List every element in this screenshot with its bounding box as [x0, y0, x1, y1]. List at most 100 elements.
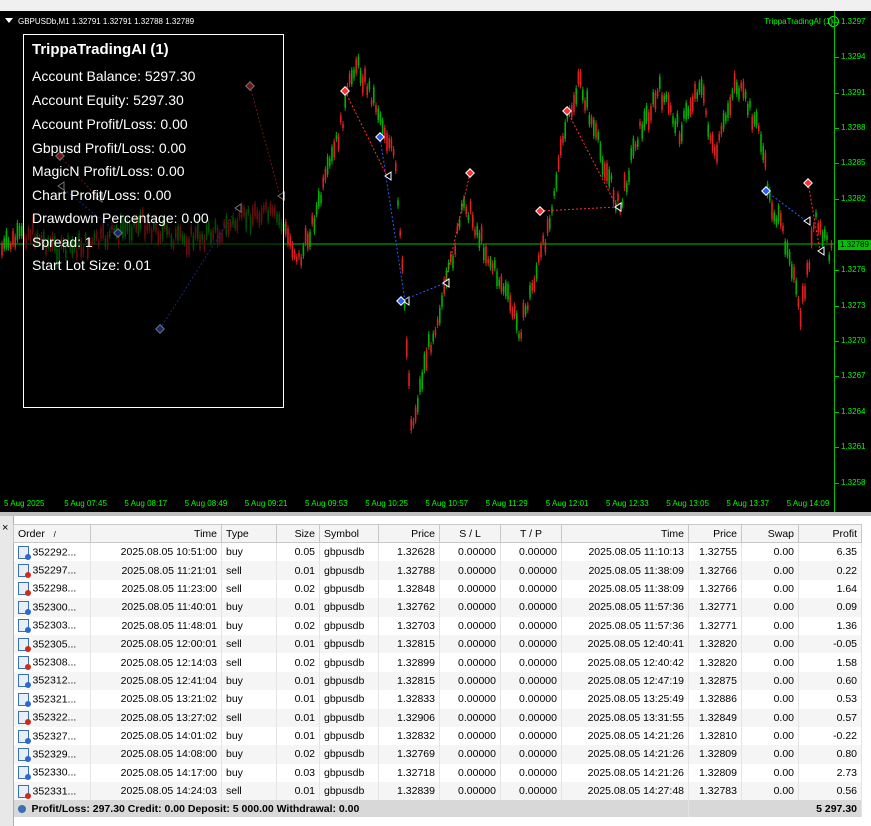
- table-row[interactable]: 352292... 2025.08.05 10:51:00 buy 0.05 gbpus…: [13, 542, 862, 562]
- cell-lot-size: 0.03: [276, 763, 320, 783]
- table-row[interactable]: 352329... 2025.08.05 14:08:00 buy 0.02 gbpus…: [13, 745, 862, 764]
- col-swap[interactable]: Swap: [741, 524, 799, 543]
- price-tick-label: 1.3258: [841, 478, 866, 487]
- cell-close-time: 2025.08.05 11:57:36: [561, 616, 689, 635]
- price-tick-mark: [835, 22, 839, 23]
- candle-body: [650, 106, 652, 121]
- candle-body: [403, 302, 406, 308]
- price-axis[interactable]: 1.3297 1.3294 1.3291 1.3288 1.3285 1.3282 1.32…: [834, 11, 871, 512]
- table-row[interactable]: 352303... 2025.08.05 11:48:01 buy 0.02 gbpus…: [13, 616, 862, 635]
- col-stop-loss[interactable]: S / L: [439, 524, 501, 543]
- col-take-profit[interactable]: T / P: [500, 524, 562, 543]
- cell-open-price: 1.32815: [378, 671, 440, 691]
- close-price-text: 1.32755: [699, 546, 737, 559]
- close-time-text: 2025.08.05 11:38:09: [588, 582, 684, 595]
- cell-close-price: 1.32809: [688, 745, 742, 764]
- col-close-price[interactable]: Price: [688, 524, 742, 543]
- table-row[interactable]: 352331... 2025.08.05 14:24:03 sell 0.01 gbpu…: [13, 782, 862, 801]
- candle-body: [388, 137, 390, 149]
- swap-text: 0.00: [773, 546, 794, 559]
- symbol-text: gbpusdb: [324, 785, 365, 798]
- cell-close-time: 2025.08.05 14:21:26: [561, 763, 689, 783]
- col-open-time[interactable]: Time: [90, 524, 222, 543]
- cell-stop-loss: 0.00000: [439, 726, 501, 746]
- price-tick-mark: [835, 341, 839, 342]
- candle-body: [821, 232, 824, 245]
- col-size[interactable]: Size: [276, 524, 320, 543]
- candle-body: [815, 212, 817, 217]
- open-time-text: 2025.08.05 14:01:02: [120, 730, 217, 743]
- candle-body: [758, 125, 760, 132]
- col-order[interactable]: Order /: [13, 524, 91, 543]
- candle-body: [659, 76, 661, 89]
- table-row[interactable]: 352298... 2025.08.05 11:23:00 sell 0.02 gbpu…: [13, 579, 862, 599]
- cell-swap: 0.00: [741, 579, 799, 599]
- table-row[interactable]: 352321... 2025.08.05 13:21:02 buy 0.01 gbpus…: [13, 690, 862, 709]
- cell-swap: 0.00: [741, 542, 799, 562]
- cell-close-time: 2025.08.05 14:21:26: [561, 745, 689, 764]
- candle-body: [285, 221, 287, 235]
- col-profit[interactable]: Profit: [798, 524, 862, 543]
- candle-body: [3, 238, 5, 249]
- close-arrow-icon: [817, 246, 825, 256]
- candle-body: [661, 94, 663, 110]
- cell-order-id: 352300...: [13, 598, 91, 617]
- terminal-side-tabs[interactable]: ×: [0, 516, 14, 826]
- table-row[interactable]: 352308... 2025.08.05 12:14:03 sell 0.02 gbpu…: [13, 653, 862, 672]
- profit-text: -0.05: [833, 638, 857, 651]
- symbol-text: gbpusdb: [324, 766, 365, 779]
- candle-body: [617, 193, 619, 201]
- col-symbol[interactable]: Symbol: [319, 524, 379, 543]
- close-icon[interactable]: ×: [2, 522, 8, 534]
- cell-order-type: buy: [221, 598, 277, 617]
- candle-body: [401, 258, 404, 271]
- chart-menu-triangle-icon[interactable]: [5, 18, 13, 23]
- table-row[interactable]: 352330... 2025.08.05 14:17:00 buy 0.03 gbpus…: [13, 763, 862, 783]
- sort-indicator: /: [53, 529, 56, 539]
- candle-body: [641, 124, 643, 139]
- time-tick-label: 5 Aug 13:37: [726, 499, 770, 508]
- cell-order-type: sell: [221, 782, 277, 801]
- candle-body: [601, 158, 604, 175]
- table-row[interactable]: 352322... 2025.08.05 13:27:02 sell 0.01 gbpu…: [13, 708, 862, 727]
- cell-swap: 0.00: [741, 598, 799, 617]
- cell-close-price: 1.32766: [688, 561, 742, 580]
- price-tick-mark: [835, 93, 839, 94]
- table-row[interactable]: 352305... 2025.08.05 12:00:01 sell 0.01 gbpu…: [13, 634, 862, 654]
- cell-swap: 0.00: [741, 690, 799, 709]
- candle-body: [654, 92, 657, 110]
- time-tick-label: 5 Aug 08:17: [124, 499, 168, 508]
- table-row[interactable]: 352297... 2025.08.05 11:21:01 sell 0.01 gbpu…: [13, 561, 862, 580]
- cell-open-price: 1.32788: [378, 561, 440, 580]
- candle-body: [298, 253, 300, 258]
- table-row[interactable]: 352300... 2025.08.05 11:40:01 buy 0.01 gbpus…: [13, 598, 862, 617]
- table-row[interactable]: 352312... 2025.08.05 12:41:04 buy 0.01 gbpus…: [13, 671, 862, 691]
- candle-body: [311, 215, 313, 224]
- col-type[interactable]: Type: [221, 524, 277, 543]
- cell-stop-loss: 0.00000: [439, 708, 501, 727]
- cell-open-time: 2025.08.05 12:00:01: [90, 634, 222, 654]
- price-chart[interactable]: GBPUSDb,M1 1.32791 1.32791 1.32788 1.327…: [0, 11, 871, 512]
- candle-body: [747, 104, 749, 116]
- table-row[interactable]: 352327... 2025.08.05 14:01:02 buy 0.01 gbpus…: [13, 726, 862, 746]
- candle-body: [511, 309, 514, 317]
- cell-open-price: 1.32628: [378, 542, 440, 562]
- candle-body: [395, 163, 397, 171]
- take-profit-text: 0.00000: [519, 766, 557, 779]
- symbol-text: gbpusdb: [324, 674, 365, 687]
- cell-profit: -0.22: [798, 726, 862, 746]
- cell-open-price: 1.32833: [378, 690, 440, 709]
- candle-body: [793, 266, 795, 280]
- candle-body: [788, 251, 791, 264]
- cell-order-type: buy: [221, 671, 277, 691]
- candle-body: [516, 313, 518, 331]
- candle-body: [764, 152, 767, 168]
- order-id-text: 352321...: [32, 693, 77, 706]
- candle-body: [744, 91, 747, 99]
- col-open-price[interactable]: Price: [378, 524, 440, 543]
- order-id-text: 352312...: [32, 674, 77, 687]
- candle-body: [663, 95, 665, 102]
- profit-text: -0.22: [833, 730, 857, 743]
- col-close-time[interactable]: Time: [561, 524, 689, 543]
- start-lot-size: Start Lot Size: 0.01: [32, 257, 152, 273]
